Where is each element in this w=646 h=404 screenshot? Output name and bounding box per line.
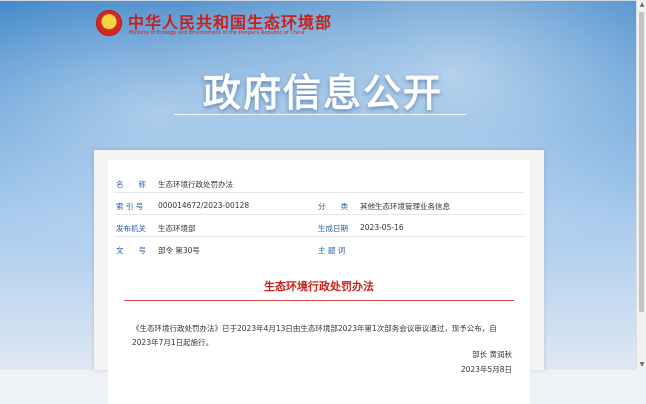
- meta-row-index: 索 引 号 000014672/2023-00128 分 类 其他生态环境管理业…: [108, 194, 530, 216]
- date-value: 2023-05-16: [360, 223, 404, 232]
- keywords-label: 主 题 词: [318, 246, 346, 255]
- document-signature: 部长 黄润秋: [472, 350, 512, 359]
- content-panel: 名 称 生态环境行政处罚办法 索 引 号 000014672/2023-0012…: [94, 150, 544, 404]
- row-divider: [114, 214, 524, 215]
- scroll-thumb[interactable]: [639, 12, 644, 312]
- document-title: 生态环境行政处罚办法: [264, 280, 374, 293]
- document-paragraph: 《生态环境行政处罚办法》已于2023年4月13日由生态环境部2023年第1次部务…: [132, 324, 497, 347]
- index-label: 索 引 号: [116, 202, 144, 211]
- row-divider: [114, 236, 524, 237]
- category-label: 分 类: [318, 202, 348, 211]
- name-label: 名 称: [116, 180, 146, 189]
- category-value: 其他生态环境管理业务信息: [360, 202, 450, 211]
- issuer-value: 生态环境部: [158, 224, 196, 233]
- row-divider: [114, 192, 524, 193]
- document-body: 生态环境行政处罚办法 《生态环境行政处罚办法》已于2023年4月13日由生态环境…: [108, 260, 530, 380]
- name-value: 生态环境行政处罚办法: [158, 180, 233, 189]
- national-emblem-icon[interactable]: ★: [96, 10, 122, 36]
- date-label: 生成日期: [318, 224, 348, 233]
- site-subtitle: Ministry of Ecology and Environment of t…: [129, 30, 305, 36]
- issuer-label: 发布机关: [116, 224, 146, 233]
- index-value: 000014672/2023-00128: [158, 201, 250, 210]
- banner-title: 政府信息公开: [202, 71, 443, 115]
- vertical-scrollbar[interactable]: ▲ ▼: [636, 0, 646, 370]
- top-divider: [0, 0, 646, 1]
- docno-value: 部令 第30号: [158, 246, 200, 255]
- star-icon: ★: [104, 14, 113, 25]
- docno-label: 文 号: [116, 246, 146, 255]
- meta-row-issuer: 发布机关 生态环境部 生成日期 2023-05-16: [108, 216, 530, 238]
- banner-underline: [174, 114, 466, 115]
- meta-row-name: 名 称 生态环境行政处罚办法: [108, 172, 530, 194]
- scroll-down-icon[interactable]: ▼: [638, 360, 646, 370]
- title-divider: [124, 300, 514, 301]
- scroll-up-icon[interactable]: ▲: [638, 0, 646, 10]
- meta-row-docno: 文 号 部令 第30号 主 题 词: [108, 238, 530, 260]
